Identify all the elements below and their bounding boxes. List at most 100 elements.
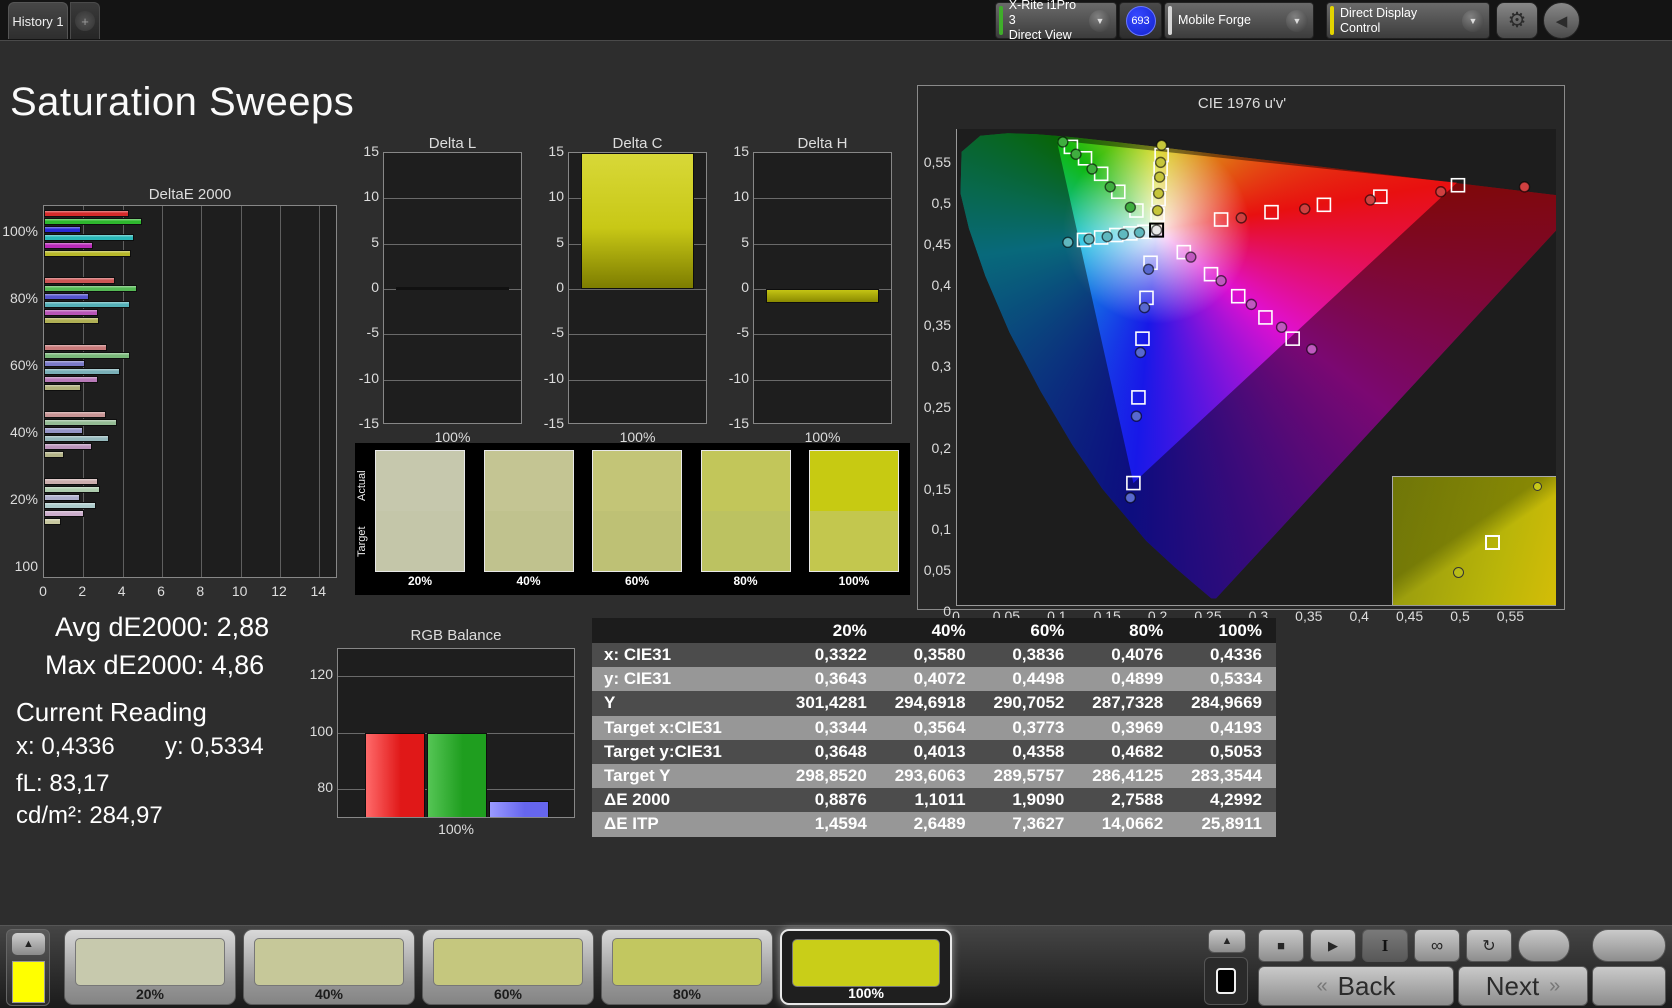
refresh-button[interactable]: ↻ — [1466, 929, 1512, 962]
table-value-cell: 289,5757 — [979, 763, 1079, 789]
comparison-swatch — [375, 450, 465, 572]
source-name: Mobile Forge — [1178, 13, 1251, 27]
deltae-bar — [44, 443, 93, 450]
measured-dot — [1142, 263, 1155, 275]
gridline — [384, 198, 521, 200]
collapse-panel-button[interactable]: ◀ — [1543, 2, 1580, 39]
measured-dot — [1150, 224, 1163, 236]
rgb-balance-x-label: 100% — [438, 821, 474, 837]
continuous-measure-button[interactable]: ∞ — [1414, 929, 1460, 962]
cie-y-tick: 0,3 — [931, 358, 951, 375]
cie-chart-title: CIE 1976 u'v' — [1197, 95, 1287, 112]
measured-dot — [1154, 156, 1167, 169]
table-value-cell: 298,8520 — [782, 763, 881, 789]
target-swatch — [810, 511, 898, 571]
table-value-cell: 2,7588 — [1078, 788, 1178, 813]
saturation-button-20[interactable]: 20% — [64, 929, 236, 1005]
rgb-balance-chart — [337, 648, 575, 818]
table-value-cell: 7,3627 — [979, 812, 1079, 837]
blank-oval-button-2[interactable] — [1592, 929, 1666, 962]
table-header-cell: 80% — [1078, 618, 1178, 643]
saturation-button-swatch — [254, 938, 404, 986]
cie-y-tick: 0,25 — [923, 399, 951, 415]
y-tick: 15 — [733, 143, 749, 159]
delta-bar — [766, 289, 879, 303]
table-row-label: Y — [592, 691, 782, 716]
table-header-cell: 60% — [979, 618, 1079, 643]
table-value-cell: 0,4899 — [1078, 667, 1178, 692]
target-square — [1135, 331, 1150, 346]
measured-dot — [1133, 226, 1146, 239]
rgb-balance-title: RGB Balance — [410, 627, 502, 644]
deltae-bar — [44, 309, 99, 316]
y-tick: 10 — [363, 188, 379, 205]
table-row-label: y: CIE31 — [592, 667, 782, 692]
transport-up-button[interactable]: ▲ — [1208, 929, 1246, 953]
saturation-button-label: 40% — [314, 986, 344, 1002]
deltae-bar — [44, 368, 120, 375]
saturation-button-80[interactable]: 80% — [601, 929, 773, 1005]
x-tick: 4 — [117, 583, 126, 599]
table-value-cell: 0,4013 — [880, 739, 980, 764]
patch-window-toggle-button[interactable] — [1204, 957, 1248, 1005]
play-button[interactable]: ▶ — [1310, 929, 1356, 962]
table-value-cell: 0,5053 — [1177, 739, 1276, 764]
chevron-down-icon: ▼ — [1462, 9, 1484, 32]
deltae-bar — [44, 344, 107, 351]
comparison-swatch — [700, 450, 791, 572]
saturation-button-40[interactable]: 40% — [243, 929, 415, 1005]
stop-button[interactable]: ■ — [1258, 929, 1304, 962]
rgb-bar-red — [365, 732, 425, 817]
arrow-up-icon: ▲ — [1221, 935, 1233, 947]
meter-dropdown[interactable]: X-Rite i1Pro 3 Direct View ▼ — [995, 0, 1117, 42]
display-control-dropdown[interactable]: Direct Display Control ▼ — [1326, 2, 1490, 39]
back-button[interactable]: « Back — [1258, 966, 1454, 1006]
single-measure-button[interactable]: I — [1362, 929, 1408, 962]
swatch-step-label: 100% — [838, 574, 870, 588]
y-tick: 0 — [556, 279, 564, 295]
source-status-stripe — [1168, 6, 1172, 35]
blank-nav-button[interactable] — [1592, 966, 1666, 1006]
patch-up-button[interactable]: ▲ — [12, 933, 45, 955]
gridline — [384, 334, 521, 336]
table-value-cell: 290,7052 — [979, 691, 1079, 716]
y-tick: 15 — [363, 143, 379, 159]
avg-de2000-value: Avg dE2000: 2,88 — [55, 612, 270, 642]
add-tab-button[interactable]: + — [70, 2, 100, 39]
measured-dot — [1083, 233, 1095, 245]
measured-dot — [1153, 171, 1166, 183]
target-square — [1131, 390, 1146, 405]
saturation-button-label: 60% — [493, 986, 523, 1002]
source-dropdown[interactable]: Mobile Forge ▼ — [1164, 2, 1314, 39]
x-tick: 10 — [231, 583, 248, 599]
saturation-button-100[interactable]: 100% — [780, 929, 952, 1005]
swatch-step-label: 20% — [407, 574, 433, 588]
table-header-cell: 20% — [782, 618, 881, 643]
delta_c-title: Delta C — [612, 135, 663, 152]
blank-oval-button[interactable] — [1518, 929, 1570, 962]
inset-measured-dot — [1453, 567, 1464, 578]
y-tick: 5 — [556, 233, 564, 250]
tab-history-1[interactable]: History 1 — [8, 2, 68, 39]
actual-swatch — [484, 451, 573, 511]
target-square — [1203, 266, 1219, 282]
settings-button[interactable]: ⚙ — [1496, 2, 1538, 39]
stop-icon: ■ — [1277, 938, 1285, 953]
measured-dot — [1101, 230, 1113, 243]
patch-indicator-panel: ▲ — [6, 929, 50, 1006]
deltae-bar — [44, 510, 85, 517]
next-button[interactable]: Next » — [1458, 966, 1588, 1006]
y-tick: -10 — [728, 369, 749, 386]
arrow-up-icon: ▲ — [23, 938, 34, 950]
cie-y-tick: 0,4 — [931, 276, 951, 293]
x-tick: 2 — [78, 583, 87, 599]
rgb-bar-green — [427, 732, 487, 817]
measured-dot — [1124, 492, 1137, 504]
measured-dot — [1117, 228, 1130, 240]
deltae-bar — [44, 285, 138, 292]
deltae-bar — [44, 494, 81, 501]
deltae-group-label: 40% — [9, 424, 38, 440]
top-bar: History 1 + X-Rite i1Pro 3 Direct View ▼… — [0, 0, 1672, 42]
target-square — [1230, 288, 1246, 304]
saturation-button-60[interactable]: 60% — [422, 929, 594, 1005]
